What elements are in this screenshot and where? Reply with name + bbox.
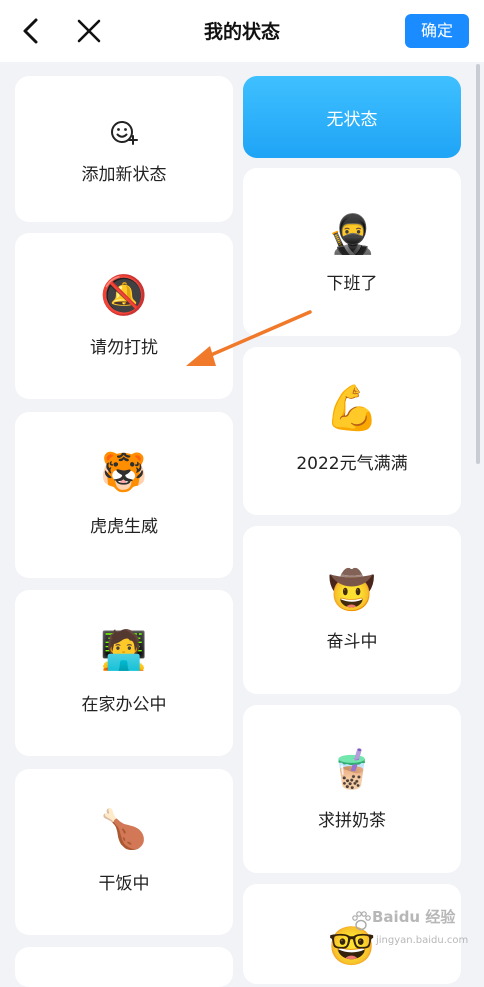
status-label: 下班了: [326, 274, 378, 294]
status-card-wfh[interactable]: 🧑‍💻 在家办公中: [15, 590, 233, 756]
status-card-off-work[interactable]: 🥷 下班了: [243, 168, 461, 336]
tiger-icon: 🐯: [100, 450, 148, 494]
status-card-eating[interactable]: 🍗 干饭中: [15, 769, 233, 935]
status-label: 2022元气满满: [296, 454, 408, 474]
laptop-person-icon: 🧑‍💻: [100, 628, 148, 672]
status-label: 求拼奶茶: [318, 811, 386, 831]
status-label: 奋斗中: [326, 632, 378, 652]
status-card-tiger[interactable]: 🐯 虎虎生威: [15, 412, 233, 578]
status-card-partial[interactable]: [15, 947, 233, 987]
paw-logo-icon: [352, 911, 371, 931]
status-card-striving[interactable]: 🤠 奋斗中: [243, 526, 461, 694]
status-card-2022[interactable]: 💪 2022元气满满: [243, 347, 461, 515]
smile-plus-icon: [15, 112, 233, 156]
headband-face-icon: 🤠: [328, 568, 376, 612]
status-label: 添加新状态: [81, 165, 167, 185]
baidu-watermark: Baidu 经验 jingyan.baidu.com: [350, 908, 480, 956]
status-card-do-not-disturb[interactable]: 🔕 请勿打扰: [15, 233, 233, 399]
flexed-biceps-icon: 💪: [324, 383, 380, 434]
status-card-bubble-tea[interactable]: 🧋 求拼奶茶: [243, 705, 461, 873]
ninja-icon: 🥷: [328, 212, 376, 256]
status-label: 请勿打扰: [90, 338, 158, 358]
watermark-title: Baidu 经验: [372, 908, 456, 926]
bubble-tea-icon: 🧋: [328, 747, 376, 791]
scrollbar[interactable]: [476, 64, 480, 464]
status-card-none[interactable]: 无状态: [243, 76, 461, 158]
drumstick-icon: 🍗: [100, 807, 148, 851]
status-label: 无状态: [326, 110, 378, 130]
status-label: 干饭中: [98, 874, 150, 894]
confirm-button[interactable]: 确定: [405, 14, 469, 48]
status-label: 在家办公中: [81, 695, 167, 715]
top-bar: 我的状态 确定: [0, 0, 484, 62]
no-bell-icon: 🔕: [100, 273, 148, 317]
watermark-url: jingyan.baidu.com: [376, 935, 469, 946]
status-card-add-new[interactable]: 添加新状态: [15, 76, 233, 222]
status-label: 虎虎生威: [90, 517, 158, 537]
